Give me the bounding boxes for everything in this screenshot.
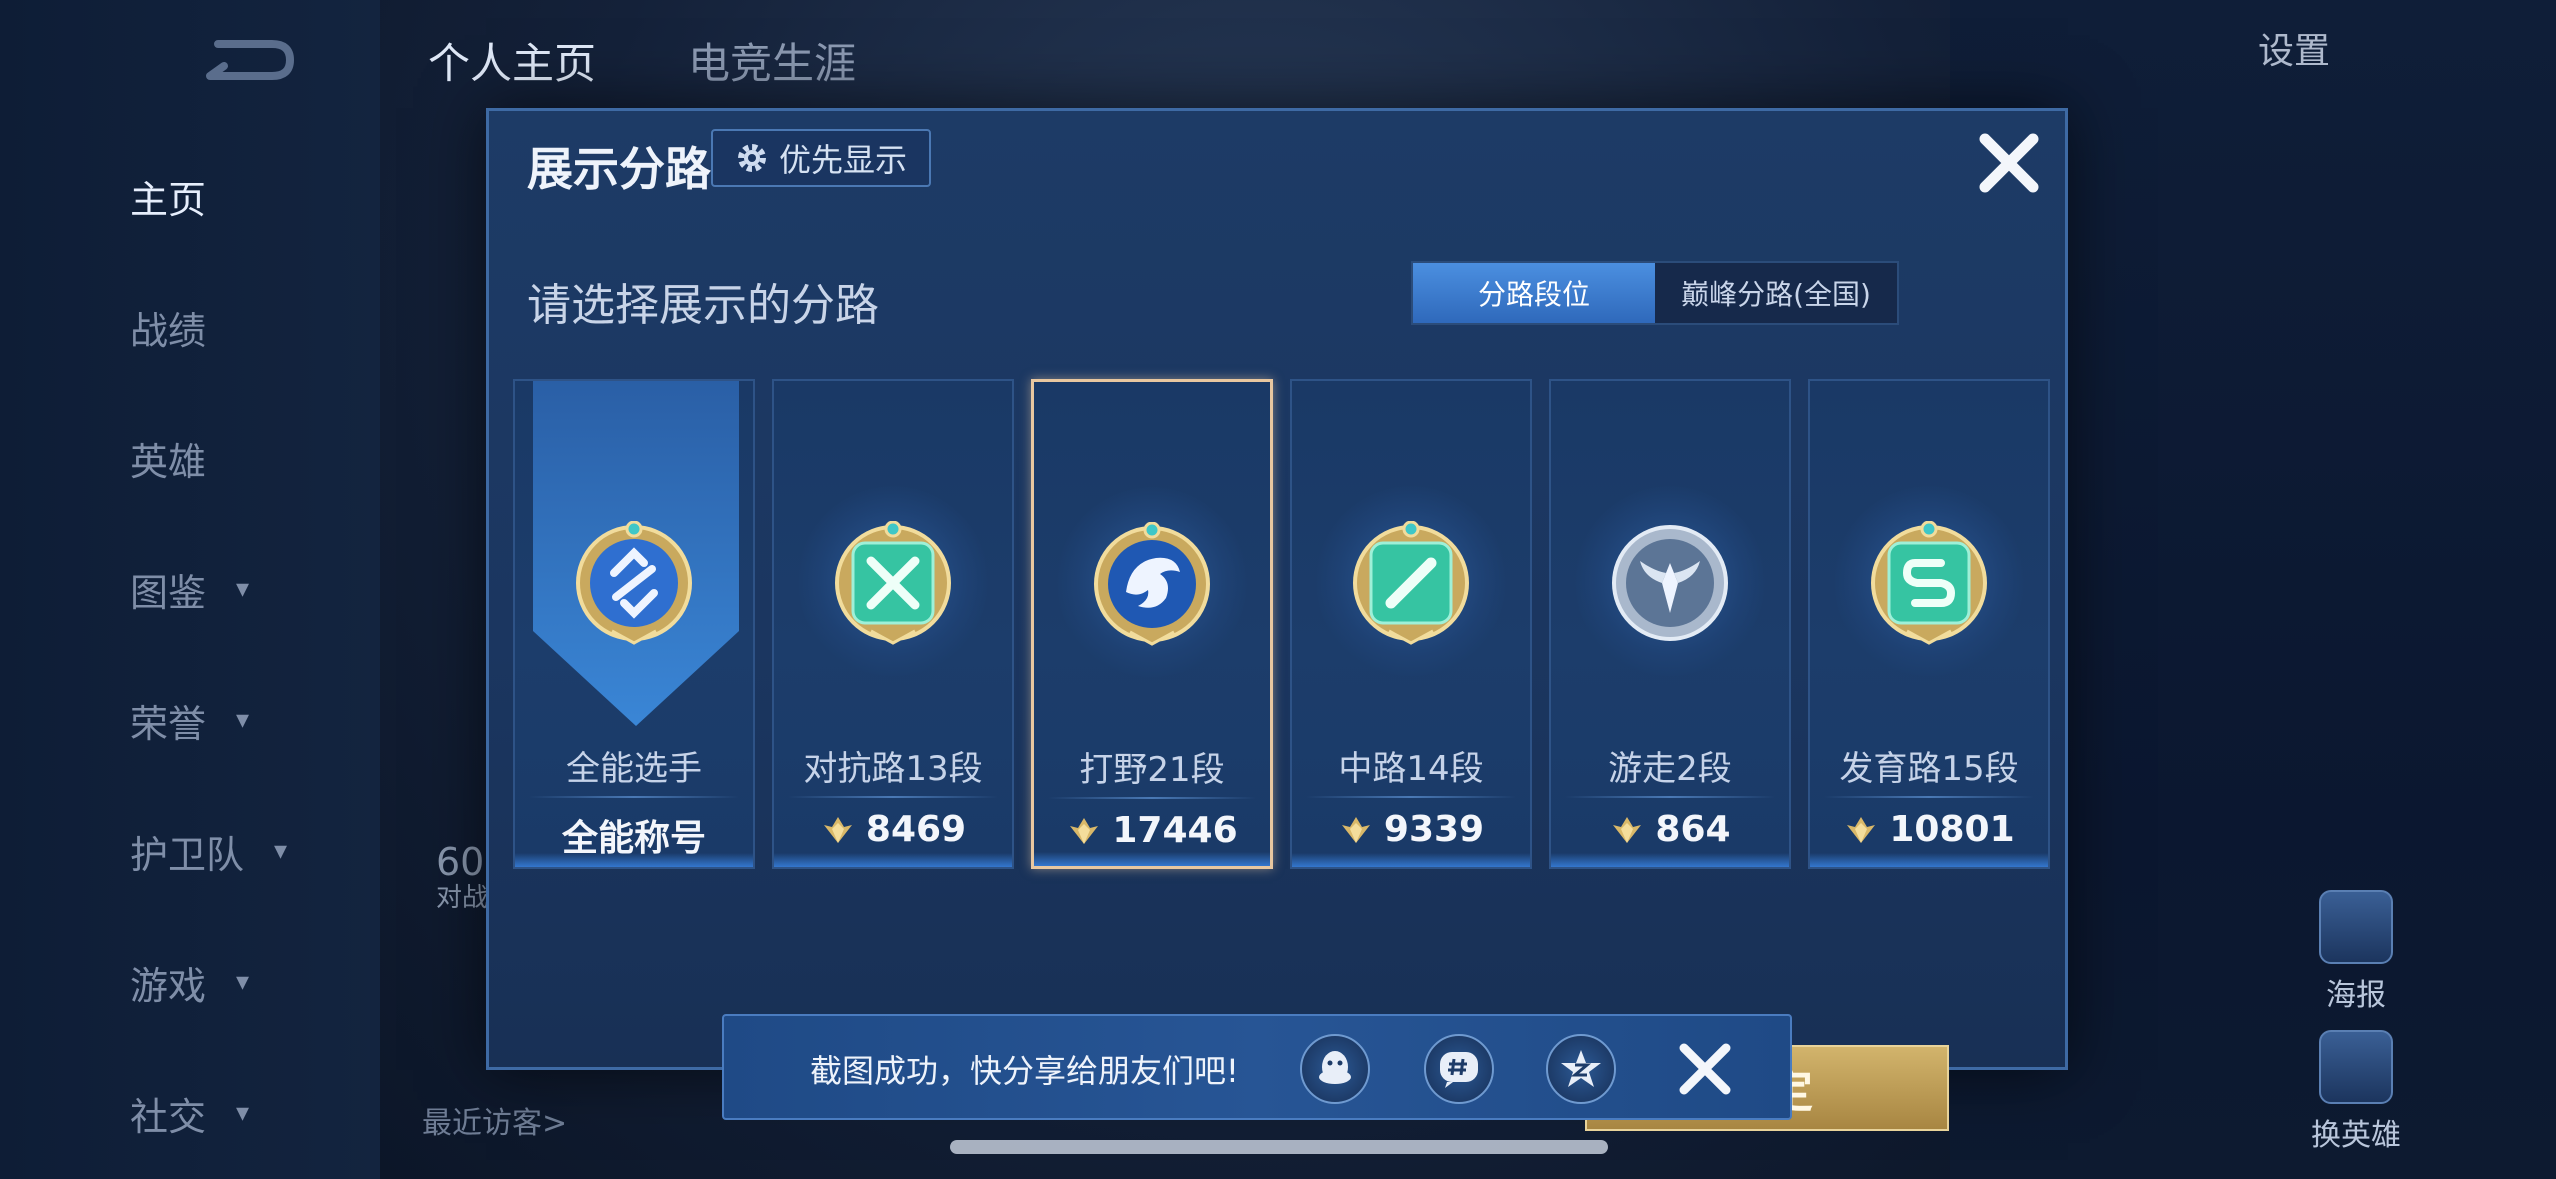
lane-card-score-value: 864: [1655, 809, 1731, 850]
sidebar-item-label: 游戏: [130, 963, 207, 1008]
lane-card-label: 发育路15段: [1839, 749, 2019, 789]
lane-card-farm-lane[interactable]: 发育路15段 10801: [1808, 379, 2050, 869]
clash-medal-icon: [835, 521, 951, 645]
lane-card-clash-lane[interactable]: 对抗路13段 8469: [772, 379, 1014, 869]
lane-cards: 全能选手 全能称号对抗路13段 8469 打野21段 17446 中路14段 9339 游走2…: [513, 379, 2053, 869]
dialog-title: 展示分路: [527, 142, 711, 196]
tab-peak-lane-national[interactable]: 巅峰分路(全国): [1655, 263, 1897, 323]
change-hero-icon: [2319, 1030, 2393, 1104]
lane-card-mid-lane[interactable]: 中路14段 9339: [1290, 379, 1532, 869]
display-lane-dialog: 展示分路 优先显示 请选择展示的分路 分路段位 巅峰分路(全国) 全能选手 全能称…: [486, 108, 2068, 1131]
divider: [529, 796, 739, 798]
screenshot-toast: 截图成功，快分享给朋友们吧!: [722, 1014, 1792, 1120]
sidebar-item-label: 护卫队: [130, 832, 245, 877]
dialog-subtitle: 请选择展示的分路: [527, 280, 879, 331]
divider: [788, 796, 998, 798]
sidebar-item-label: 社交: [130, 1094, 207, 1139]
lane-card-score: 10801: [1810, 809, 2048, 850]
qzone-icon[interactable]: [1546, 1034, 1616, 1104]
divider: [1306, 796, 1516, 798]
jungle-medal-icon: [1094, 522, 1210, 646]
card-bottom-glow: [774, 853, 1012, 867]
toast-close-icon[interactable]: [1674, 1038, 1736, 1100]
rank-points-icon: [1613, 816, 1642, 843]
wechat-moments-icon[interactable]: [1424, 1034, 1494, 1104]
card-bottom-glow: [1034, 852, 1270, 866]
chevron-down-icon: ▾: [236, 967, 250, 997]
sidebar-item-honor[interactable]: 荣誉 ▾: [130, 690, 350, 750]
lane-card-score: 8469: [774, 809, 1012, 850]
poster-label: 海报: [2326, 978, 2386, 1013]
lane-card-label: 中路14段: [1338, 749, 1484, 789]
battle-count-label: 对战: [436, 882, 489, 913]
chevron-down-icon: ▾: [236, 1098, 250, 1128]
tab-personal-home[interactable]: 个人主页: [428, 30, 596, 91]
card-bottom-glow: [1810, 853, 2048, 867]
rank-points-icon: [1847, 816, 1876, 843]
divider: [1048, 797, 1256, 799]
lane-card-label: 游走2段: [1608, 749, 1732, 789]
settings-button[interactable]: 设置: [2258, 22, 2330, 74]
card-bottom-glow: [1551, 853, 1789, 867]
lane-card-roam[interactable]: 游走2段 864: [1549, 379, 1791, 869]
recent-visitors-link[interactable]: 最近访客>: [422, 1098, 567, 1142]
lane-card-score: 17446: [1034, 810, 1270, 851]
divider: [1824, 796, 2034, 798]
change-hero-label: 换英雄: [2311, 1118, 2401, 1153]
qq-icon[interactable]: [1300, 1034, 1370, 1104]
poster-button[interactable]: 海报: [2286, 890, 2426, 1014]
chevron-down-icon: ▾: [236, 574, 250, 604]
card-bottom-glow: [1292, 853, 1530, 867]
mid-medal-icon: [1353, 521, 1469, 645]
farm-medal-icon: [1871, 521, 1987, 645]
battle-count: 60 对战: [436, 840, 489, 913]
sidebar-item-label: 主页: [130, 177, 207, 222]
priority-display-label: 优先显示: [778, 141, 907, 179]
sidebar-item-codex[interactable]: 图鉴 ▾: [130, 559, 350, 619]
sidebar-item-game[interactable]: 游戏 ▾: [130, 952, 350, 1012]
divider: [1565, 796, 1775, 798]
lane-card-score-value: 10801: [1889, 809, 2015, 850]
sidebar-item-social[interactable]: 社交 ▾: [130, 1083, 350, 1143]
sidebar-item-record[interactable]: 战绩: [130, 297, 350, 357]
lane-card-jungle[interactable]: 打野21段 17446: [1031, 379, 1273, 869]
sidebar-item-label: 荣誉: [130, 701, 207, 746]
rank-points-icon: [1070, 817, 1099, 844]
allround-medal-icon: [576, 521, 692, 645]
chevron-down-icon: ▾: [274, 836, 288, 866]
lane-card-score-value: 9339: [1383, 809, 1485, 850]
back-arrow-icon[interactable]: [190, 30, 300, 90]
poster-icon: [2319, 890, 2393, 964]
home-indicator: [950, 1140, 1608, 1154]
tab-lane-rank[interactable]: 分路段位: [1413, 263, 1655, 323]
tab-esports-career[interactable]: 电竞生涯: [688, 30, 856, 91]
rank-points-icon: [1341, 816, 1370, 843]
battle-count-value: 60: [436, 840, 485, 884]
sidebar-item-label: 图鉴: [130, 570, 207, 615]
sidebar-item-guard-team[interactable]: 护卫队 ▾: [130, 821, 350, 881]
lane-card-label: 对抗路13段: [803, 749, 983, 789]
close-icon[interactable]: [1969, 123, 2049, 203]
toast-text: 截图成功，快分享给朋友们吧!: [810, 1052, 1239, 1090]
rank-points-icon: [823, 816, 852, 843]
change-hero-button[interactable]: 换英雄: [2286, 1030, 2426, 1154]
lane-card-score-value: 17446: [1112, 810, 1238, 851]
lane-mode-toggle: 分路段位 巅峰分路(全国): [1411, 261, 1899, 325]
lane-card-allround[interactable]: 全能选手 全能称号: [513, 379, 755, 869]
lane-card-label: 全能选手: [566, 749, 702, 789]
sidebar-item-label: 英雄: [130, 439, 207, 484]
sidebar-item-label: 战绩: [130, 308, 207, 353]
lane-card-label: 打野21段: [1079, 750, 1225, 790]
roam-medal-icon: [1612, 525, 1728, 641]
priority-display-button[interactable]: 优先显示: [711, 129, 931, 187]
lane-card-score-value: 8469: [865, 809, 967, 850]
chevron-down-icon: ▾: [236, 705, 250, 735]
lane-card-score: 864: [1551, 809, 1789, 850]
gear-icon: [737, 144, 766, 172]
card-bottom-glow: [515, 853, 753, 867]
left-nav: 主页战绩英雄图鉴 ▾ 荣誉 ▾ 护卫队 ▾ 游戏 ▾ 社交 ▾: [0, 0, 380, 1179]
sidebar-item-home[interactable]: 主页: [130, 166, 350, 226]
lane-card-score: 9339: [1292, 809, 1530, 850]
sidebar-item-heroes[interactable]: 英雄: [130, 428, 350, 488]
